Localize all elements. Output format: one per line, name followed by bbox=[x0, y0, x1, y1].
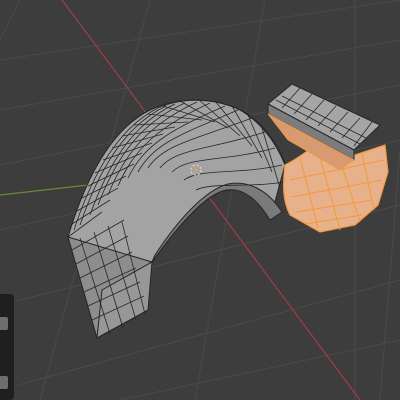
3d-viewport[interactable] bbox=[0, 0, 400, 400]
toolbar-sidebar bbox=[0, 294, 14, 400]
toolbar-button[interactable] bbox=[0, 317, 8, 330]
toolbar-button[interactable] bbox=[0, 376, 8, 389]
